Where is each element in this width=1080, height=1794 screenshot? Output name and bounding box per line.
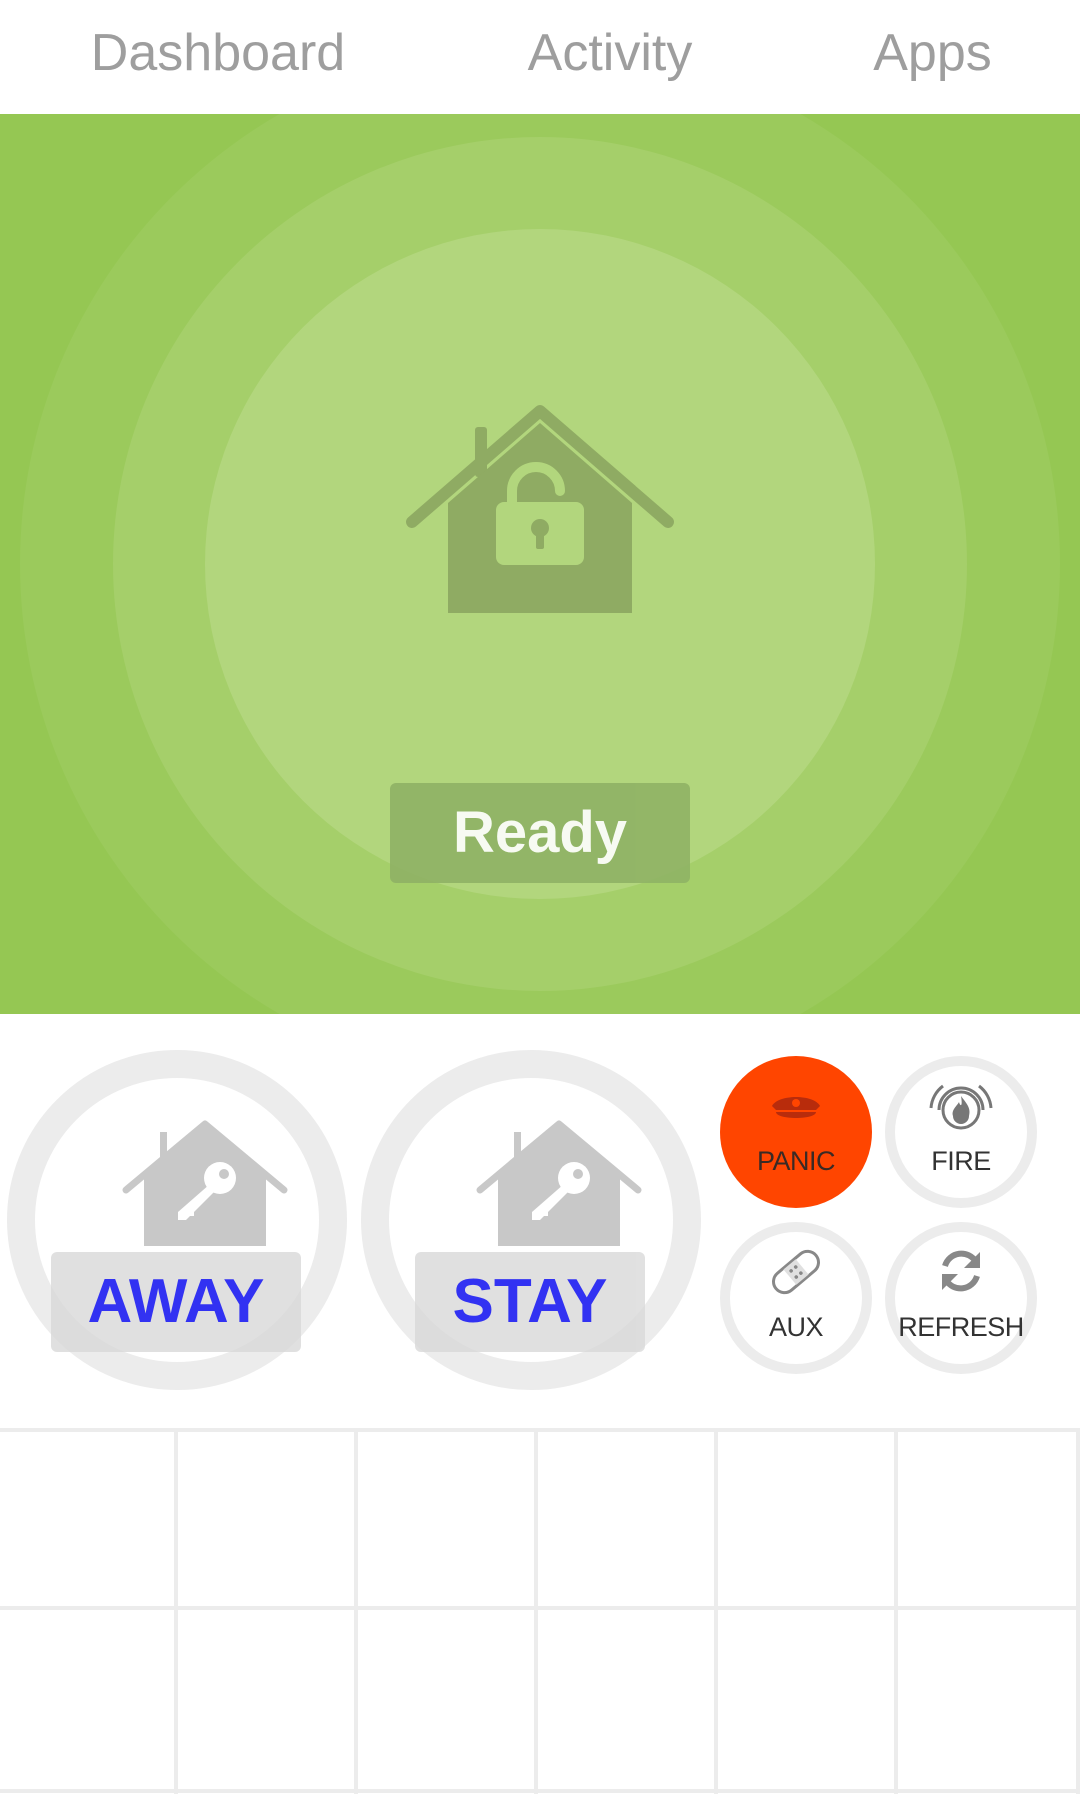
tab-apps[interactable]: Apps [840, 0, 1025, 106]
security-status-panel: Ready [0, 114, 1080, 1014]
house-key-icon [122, 1120, 288, 1246]
away-label: AWAY [51, 1252, 301, 1352]
fire-alarm-icon [929, 1084, 993, 1130]
refresh-button[interactable]: REFRESH [885, 1222, 1037, 1374]
refresh-icon [942, 1250, 980, 1292]
top-tab-bar: Dashboard Activity Apps [0, 0, 1080, 114]
stay-label: STAY [415, 1252, 645, 1352]
refresh-label: REFRESH [898, 1312, 1024, 1342]
house-unlocked-icon [406, 405, 674, 613]
device-tile-grid [0, 1428, 1080, 1794]
house-key-icon [476, 1120, 642, 1246]
status-label: Ready [390, 783, 690, 883]
panic-button[interactable]: PANIC [720, 1056, 872, 1208]
tab-dashboard[interactable]: Dashboard [58, 0, 378, 106]
fire-button[interactable]: FIRE [885, 1056, 1037, 1208]
tab-activity[interactable]: Activity [475, 0, 745, 106]
fire-label: FIRE [931, 1146, 991, 1176]
aux-button[interactable]: AUX [720, 1222, 872, 1374]
police-cap-icon [772, 1097, 820, 1118]
panic-label: PANIC [756, 1146, 836, 1176]
bandage-icon [772, 1249, 820, 1295]
aux-label: AUX [768, 1312, 824, 1342]
